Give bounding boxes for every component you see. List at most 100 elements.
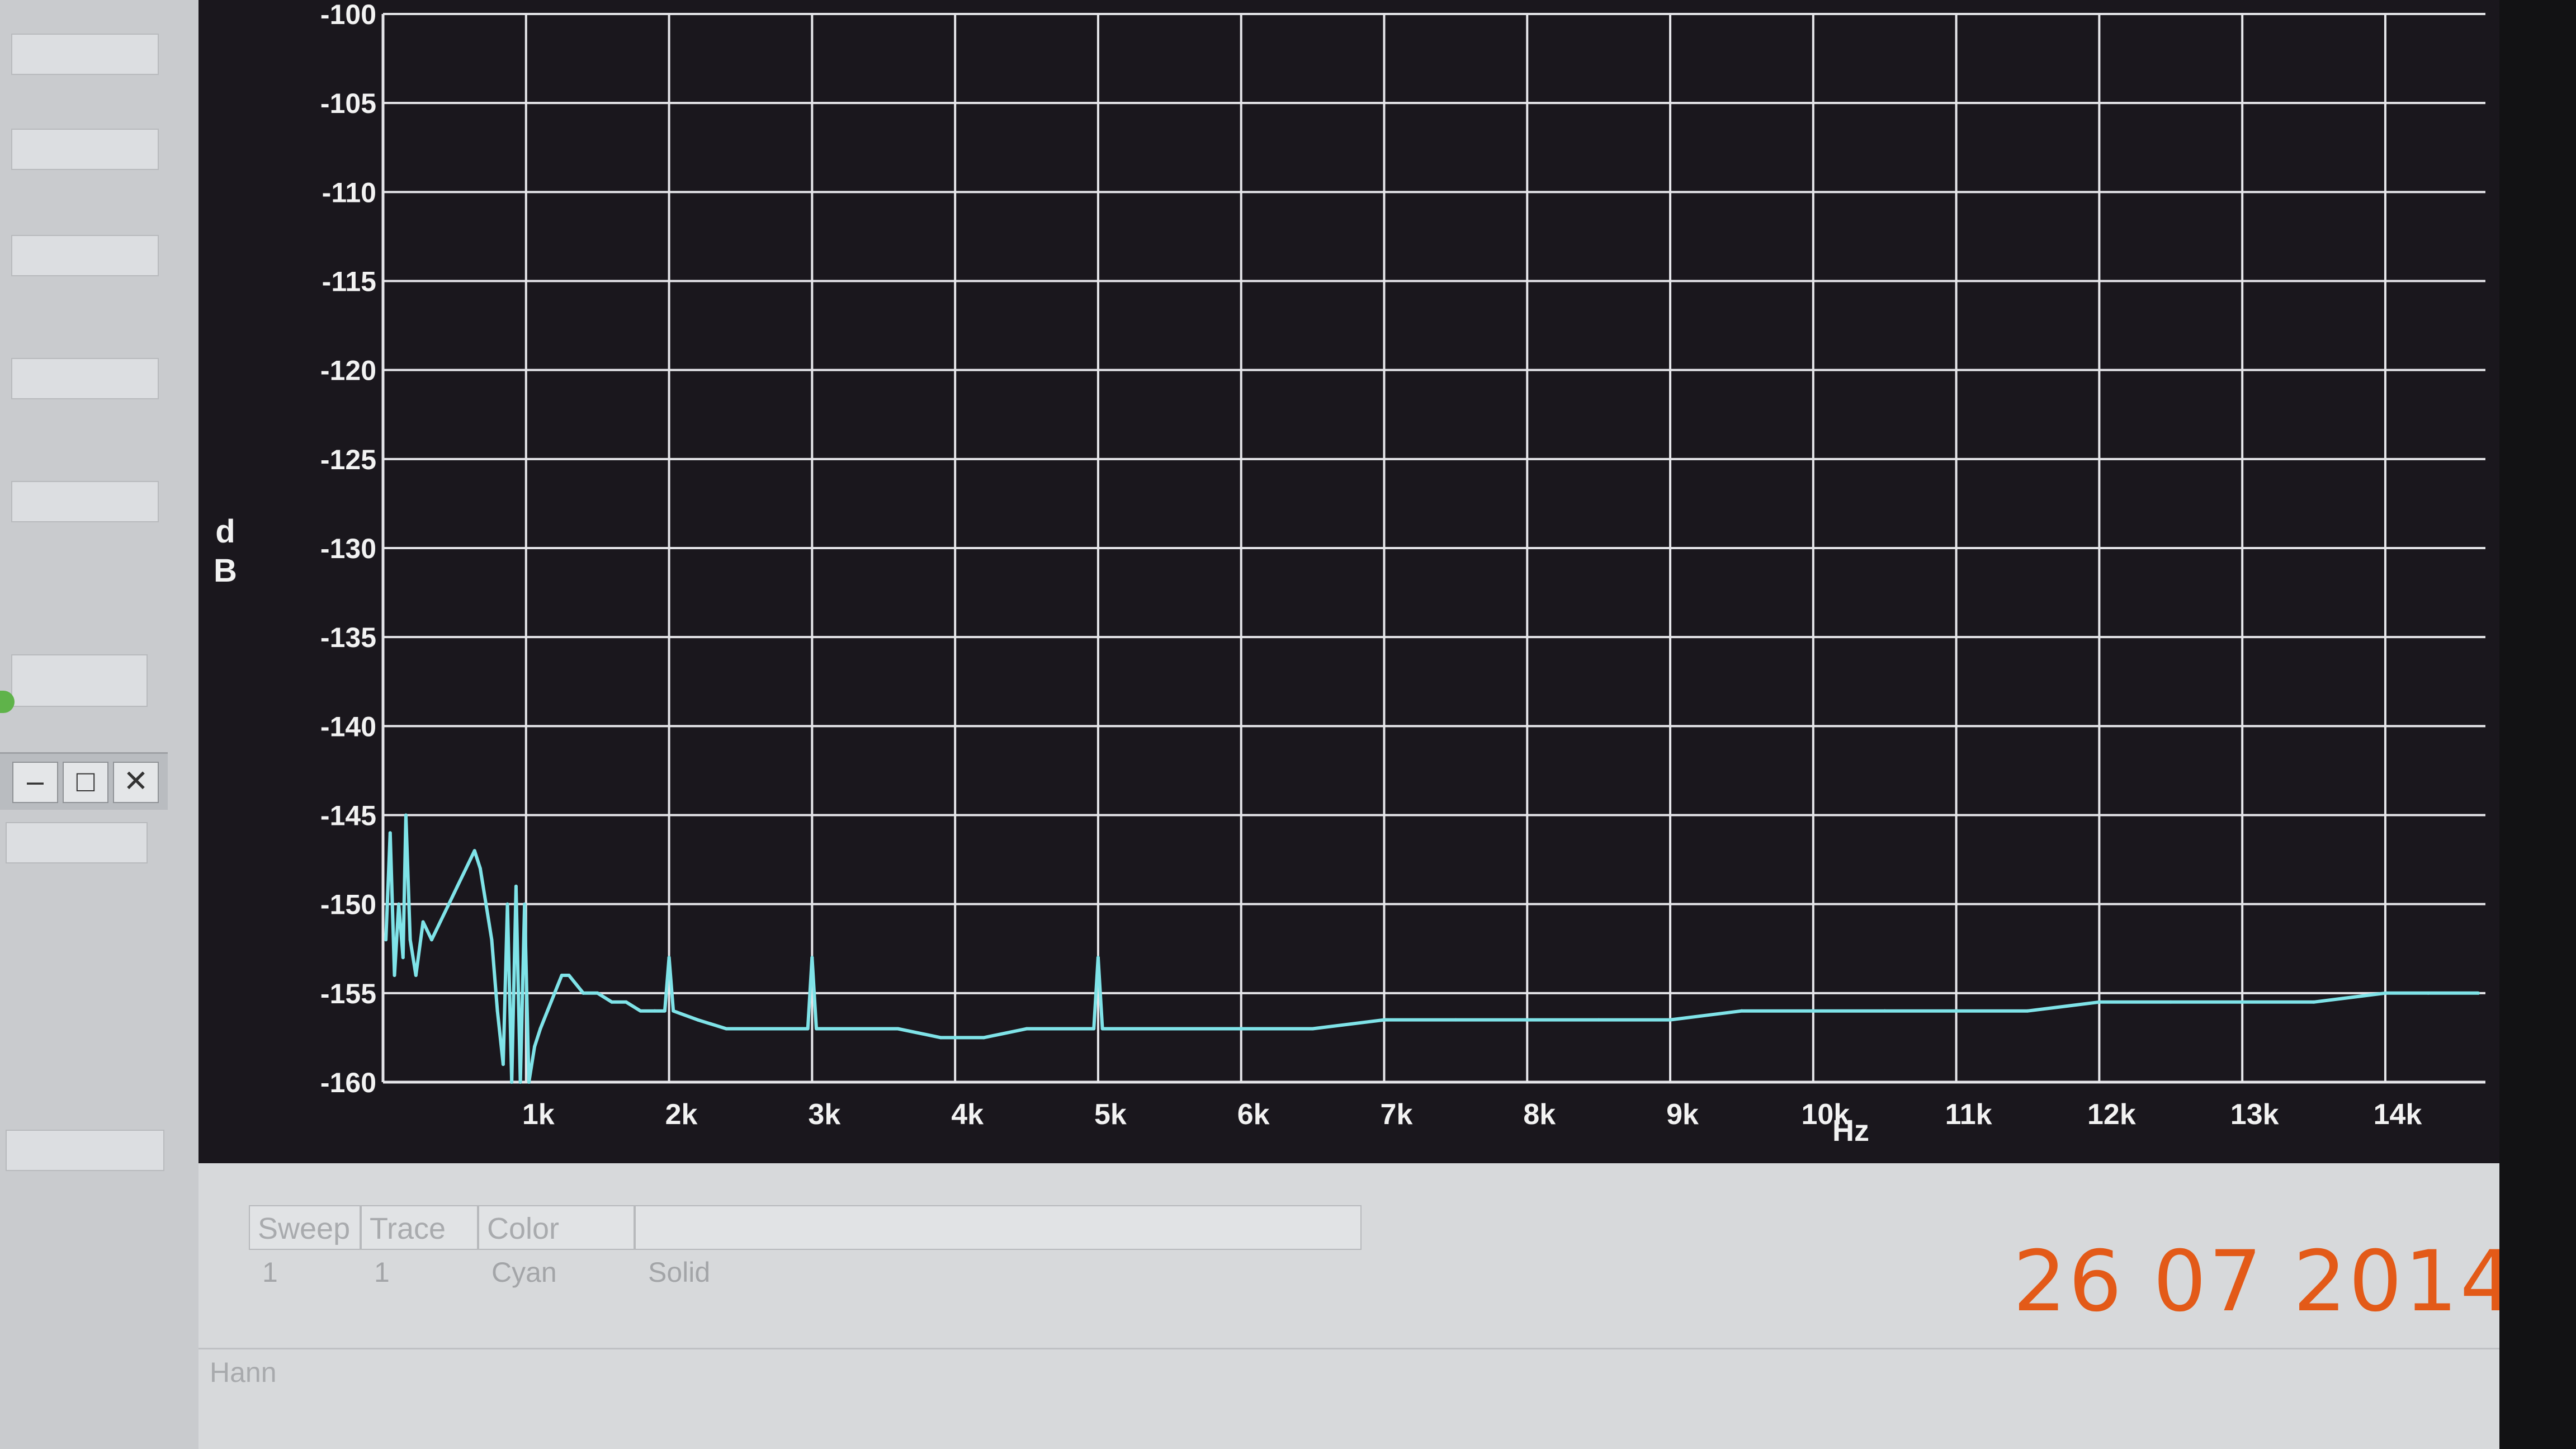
trace-point (1525, 1018, 1529, 1022)
minimize-icon: – (26, 764, 44, 798)
trace-point (495, 1009, 499, 1013)
trace-point (2026, 1009, 2030, 1013)
x-tick-label: 13k (2230, 1098, 2279, 1131)
window-function-label: Hann (210, 1357, 277, 1388)
trace-point (1669, 1018, 1672, 1022)
trace-point (472, 849, 476, 853)
trace-point (388, 831, 392, 835)
trace-point (853, 1027, 857, 1031)
x-tick-label: 8k (1523, 1098, 1556, 1131)
x-tick-labels: 1k 2k 3k 4k 5k 6k 7k 8k 9k 10k 11k 12k 13k 14k (522, 1098, 2422, 1131)
row-sweep-value: 1 (262, 1257, 278, 1288)
y-tick-label: -115 (322, 266, 376, 298)
x-tick-label: 3k (808, 1098, 840, 1131)
table-header-sweep: Sweep (249, 1205, 361, 1250)
trace-point (696, 1018, 699, 1022)
trace-point (1092, 1027, 1096, 1031)
x-tick-label: 11k (1945, 1098, 1992, 1131)
photo-timestamp: 26 07 2014 (2013, 1233, 2516, 1330)
trace-point (896, 1027, 900, 1031)
trace-point (653, 1009, 656, 1013)
y-axis-label-bottom: B (214, 553, 237, 589)
trace-point (401, 956, 405, 960)
grid-layer (381, 13, 2485, 1084)
x-tick-label: 5k (1094, 1098, 1127, 1131)
left-input-2[interactable] (11, 129, 159, 170)
trace-point (639, 1009, 642, 1013)
trace-point (753, 1027, 757, 1031)
trace-point (663, 1009, 667, 1013)
trace-point (478, 867, 482, 870)
trace-point (384, 938, 388, 942)
left-input-6[interactable] (11, 654, 148, 707)
row-color-select[interactable]: Cyan (484, 1250, 618, 1295)
maximize-button[interactable]: □ (63, 762, 108, 803)
trace-point (429, 938, 433, 942)
trace-point (523, 902, 527, 906)
trace-point (518, 1080, 522, 1084)
trace-point (1239, 1027, 1243, 1031)
close-button[interactable]: ✕ (113, 762, 159, 803)
trace-point (595, 991, 599, 995)
trace-point (1811, 1009, 1815, 1013)
trace-point (582, 991, 585, 995)
x-tick-label: 6k (1237, 1098, 1270, 1131)
y-tick-label: -105 (320, 88, 376, 119)
y-axis-label-top: d (215, 513, 235, 550)
trace-point (560, 974, 564, 977)
trace-point (2476, 991, 2480, 995)
trace-point (1454, 1018, 1458, 1022)
y-tick-label: -150 (320, 889, 376, 921)
trace-point (1067, 1027, 1071, 1031)
y-tick-label: -145 (320, 800, 376, 832)
trace-point (624, 1000, 628, 1004)
x-tick-label: 14k (2374, 1098, 2422, 1131)
trace-point (447, 902, 451, 906)
x-tick-label: 9k (1666, 1098, 1699, 1131)
trace-point (2241, 1000, 2244, 1004)
y-tick-labels: -100 -105 -110 -115 -120 -125 -130 -135 -140 -145… (320, 0, 376, 1098)
row-line-select[interactable]: Solid (640, 1250, 774, 1295)
y-tick-label: -130 (320, 533, 376, 564)
left-dropdown-1[interactable] (6, 822, 148, 863)
y-tick-label: -110 (322, 177, 376, 208)
trace-point (1025, 1027, 1029, 1031)
left-input-5[interactable] (11, 481, 159, 522)
trace-point (1597, 1018, 1601, 1022)
spectrum-trace-line (384, 813, 2479, 1084)
y-tick-label: -120 (320, 355, 376, 386)
trace-point (505, 902, 509, 906)
trace-point (567, 974, 571, 977)
trace-point (514, 884, 518, 888)
maximize-icon: □ (76, 764, 95, 798)
left-input-3[interactable] (11, 235, 159, 276)
row-trace-value: 1 (374, 1257, 390, 1288)
trace-point (724, 1027, 728, 1031)
table-header-rest (635, 1205, 1362, 1250)
y-tick-label: -135 (320, 622, 376, 653)
left-dropdown-2[interactable] (6, 1130, 164, 1171)
left-control-panel (0, 0, 198, 1449)
trace-point (810, 956, 814, 960)
trace-point (501, 1063, 505, 1066)
trace-point (1100, 1027, 1104, 1031)
window-controls: – □ ✕ (0, 752, 168, 810)
trace-point (782, 1027, 786, 1031)
x-tick-label: 7k (1381, 1098, 1413, 1131)
trace-point (397, 902, 401, 906)
table-header-trace: Trace (361, 1205, 478, 1250)
minimize-button[interactable]: – (12, 762, 58, 803)
left-input-4[interactable] (11, 358, 159, 399)
trace-point (1954, 1009, 1958, 1013)
trace-point (2426, 991, 2430, 995)
trace-point (1168, 1027, 1171, 1031)
trace-point (438, 920, 442, 924)
trace-point (672, 1009, 675, 1013)
trace-point (404, 813, 408, 817)
left-input-1[interactable] (11, 34, 159, 75)
x-tick-label: 2k (665, 1098, 698, 1131)
trace-point (414, 974, 418, 977)
trace-point (610, 1000, 614, 1004)
trace-point (408, 938, 412, 942)
trace-point (538, 1027, 542, 1031)
